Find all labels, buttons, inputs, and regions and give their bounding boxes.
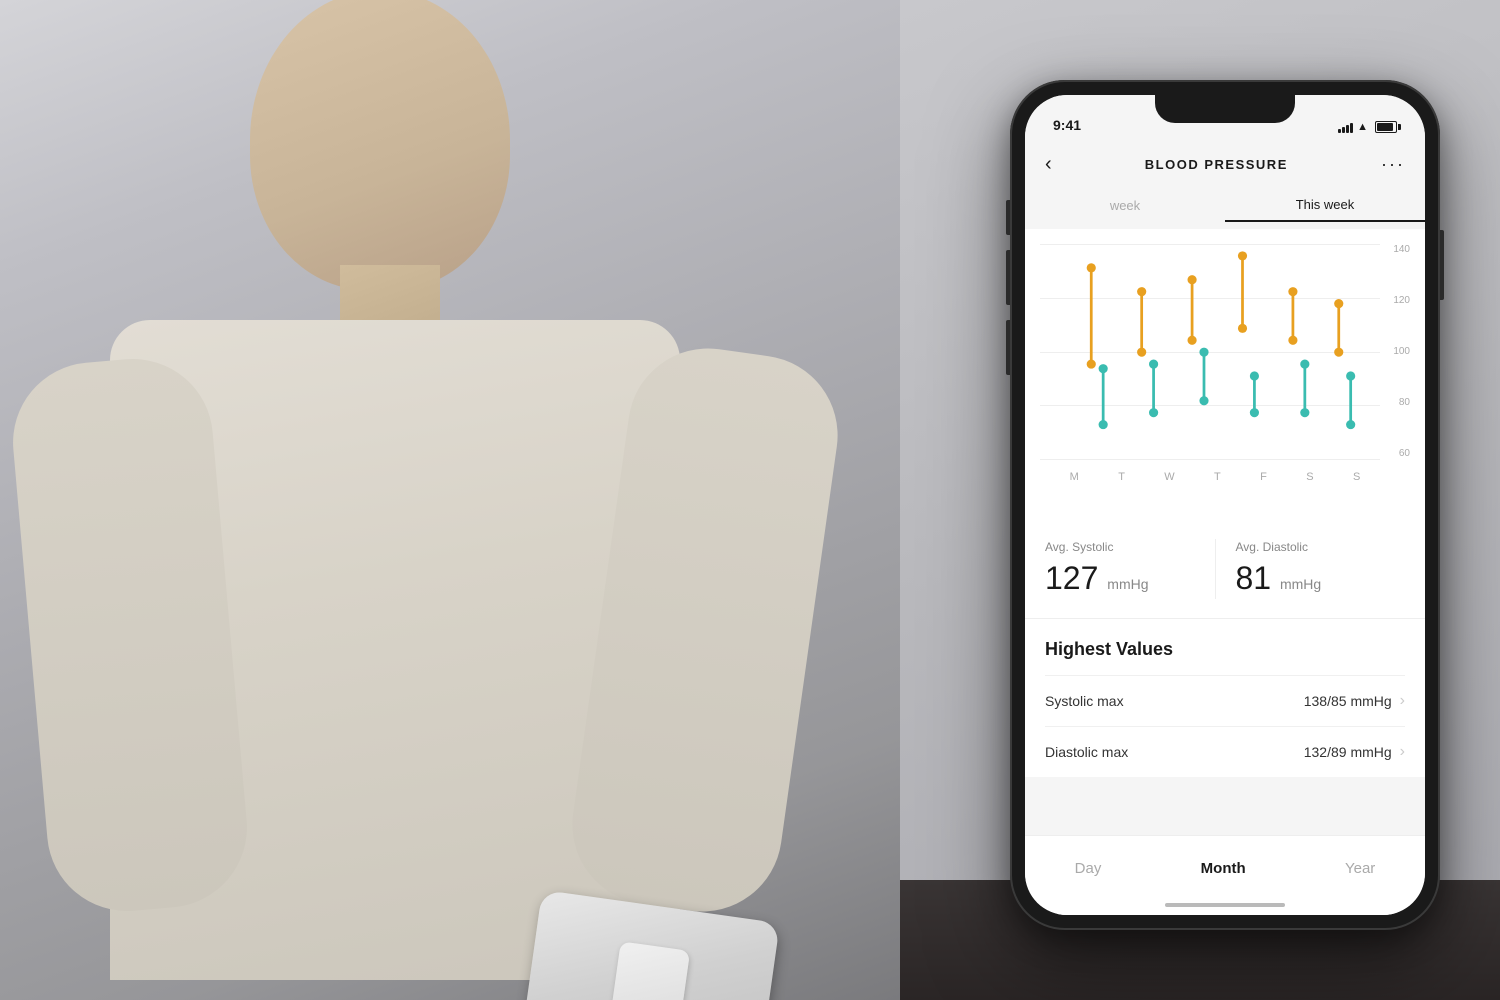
- bp-cuff-device: +: [606, 941, 691, 1000]
- diastolic-max-label: Diastolic max: [1045, 744, 1128, 760]
- y-axis: 140 120 100 80 60: [1380, 244, 1410, 459]
- person-head: [250, 0, 510, 290]
- phone-frame: 9:41 ▲ ‹ BLOOD PRESSURE: [1010, 80, 1440, 930]
- systolic-value: 127 mmHg: [1045, 560, 1215, 597]
- stats-section: Avg. Systolic 127 mmHg Avg. Diastolic 81…: [1025, 519, 1425, 619]
- phone-screen: 9:41 ▲ ‹ BLOOD PRESSURE: [1025, 95, 1425, 915]
- tab-year[interactable]: Year: [1325, 852, 1395, 885]
- tab-week[interactable]: week: [1025, 198, 1225, 221]
- grid-line-60: [1040, 459, 1380, 460]
- x-axis: M T W T F S S: [1050, 464, 1380, 489]
- diastolic-label: Avg. Diastolic: [1236, 540, 1406, 554]
- signal-bar-4: [1350, 123, 1353, 133]
- x-label-f: F: [1260, 471, 1267, 483]
- back-button[interactable]: ‹: [1045, 153, 1052, 176]
- tabs-bar: week This week: [1025, 189, 1425, 229]
- diastolic-unit: mmHg: [1280, 576, 1321, 592]
- diastolic-stat: Avg. Diastolic 81 mmHg: [1216, 540, 1406, 597]
- volume-down-button: [1006, 320, 1010, 375]
- systolic-max-value: 138/85 mmHg: [1304, 693, 1392, 709]
- person-shape: +: [30, 0, 810, 1000]
- signal-bars-icon: [1338, 121, 1353, 133]
- y-label-100: 100: [1393, 346, 1410, 357]
- mute-button: [1006, 200, 1010, 235]
- x-label-w: W: [1164, 471, 1174, 483]
- systolic-stat: Avg. Systolic 127 mmHg: [1045, 540, 1215, 597]
- x-label-m: M: [1070, 471, 1079, 483]
- app-title: BLOOD PRESSURE: [1145, 157, 1288, 172]
- chart-area: 140 120 100 80 60: [1025, 229, 1425, 519]
- highest-values-section: Highest Values Systolic max 138/85 mmHg …: [1025, 619, 1425, 777]
- diastolic-max-reading: 132/89 mmHg ›: [1304, 743, 1405, 761]
- y-label-140: 140: [1393, 244, 1410, 255]
- status-time: 9:41: [1053, 117, 1081, 133]
- diastolic-max-row[interactable]: Diastolic max 132/89 mmHg ›: [1045, 726, 1405, 777]
- more-button[interactable]: ···: [1381, 154, 1405, 175]
- y-label-120: 120: [1393, 295, 1410, 306]
- diastolic-max-value: 132/89 mmHg: [1304, 744, 1392, 760]
- signal-bar-1: [1338, 129, 1341, 133]
- volume-up-button: [1006, 250, 1010, 305]
- power-button: [1440, 230, 1444, 300]
- x-label-t1: T: [1118, 471, 1125, 483]
- bp-cuff: +: [514, 890, 779, 1000]
- status-icons: ▲: [1338, 121, 1397, 133]
- chart-svg: [1050, 244, 1380, 437]
- systolic-label: Avg. Systolic: [1045, 540, 1215, 554]
- battery-icon: [1375, 121, 1397, 133]
- phone-container: 9:41 ▲ ‹ BLOOD PRESSURE: [1010, 80, 1440, 930]
- x-label-s2: S: [1353, 471, 1360, 483]
- section-title: Highest Values: [1045, 619, 1405, 675]
- chevron-right-icon-2: ›: [1400, 743, 1405, 761]
- systolic-max-label: Systolic max: [1045, 693, 1124, 709]
- battery-fill: [1377, 123, 1393, 131]
- home-indicator: [1165, 903, 1285, 907]
- signal-bar-3: [1346, 125, 1349, 133]
- signal-bar-2: [1342, 127, 1345, 133]
- chart-inner: 140 120 100 80 60: [1040, 244, 1410, 489]
- wifi-icon: ▲: [1357, 121, 1368, 133]
- chevron-right-icon-1: ›: [1400, 692, 1405, 710]
- x-label-s1: S: [1306, 471, 1313, 483]
- y-label-80: 80: [1399, 397, 1410, 408]
- tab-this-week[interactable]: This week: [1225, 197, 1425, 222]
- systolic-max-row[interactable]: Systolic max 138/85 mmHg ›: [1045, 675, 1405, 726]
- man-area: +: [0, 0, 900, 1000]
- x-label-t2: T: [1214, 471, 1221, 483]
- y-label-60: 60: [1399, 448, 1410, 459]
- systolic-unit: mmHg: [1107, 576, 1148, 592]
- tab-month[interactable]: Month: [1181, 852, 1266, 885]
- diastolic-value: 81 mmHg: [1236, 560, 1406, 597]
- systolic-max-reading: 138/85 mmHg ›: [1304, 692, 1405, 710]
- phone-notch: [1155, 95, 1295, 123]
- app-header: ‹ BLOOD PRESSURE ···: [1025, 139, 1425, 189]
- tab-day[interactable]: Day: [1055, 852, 1122, 885]
